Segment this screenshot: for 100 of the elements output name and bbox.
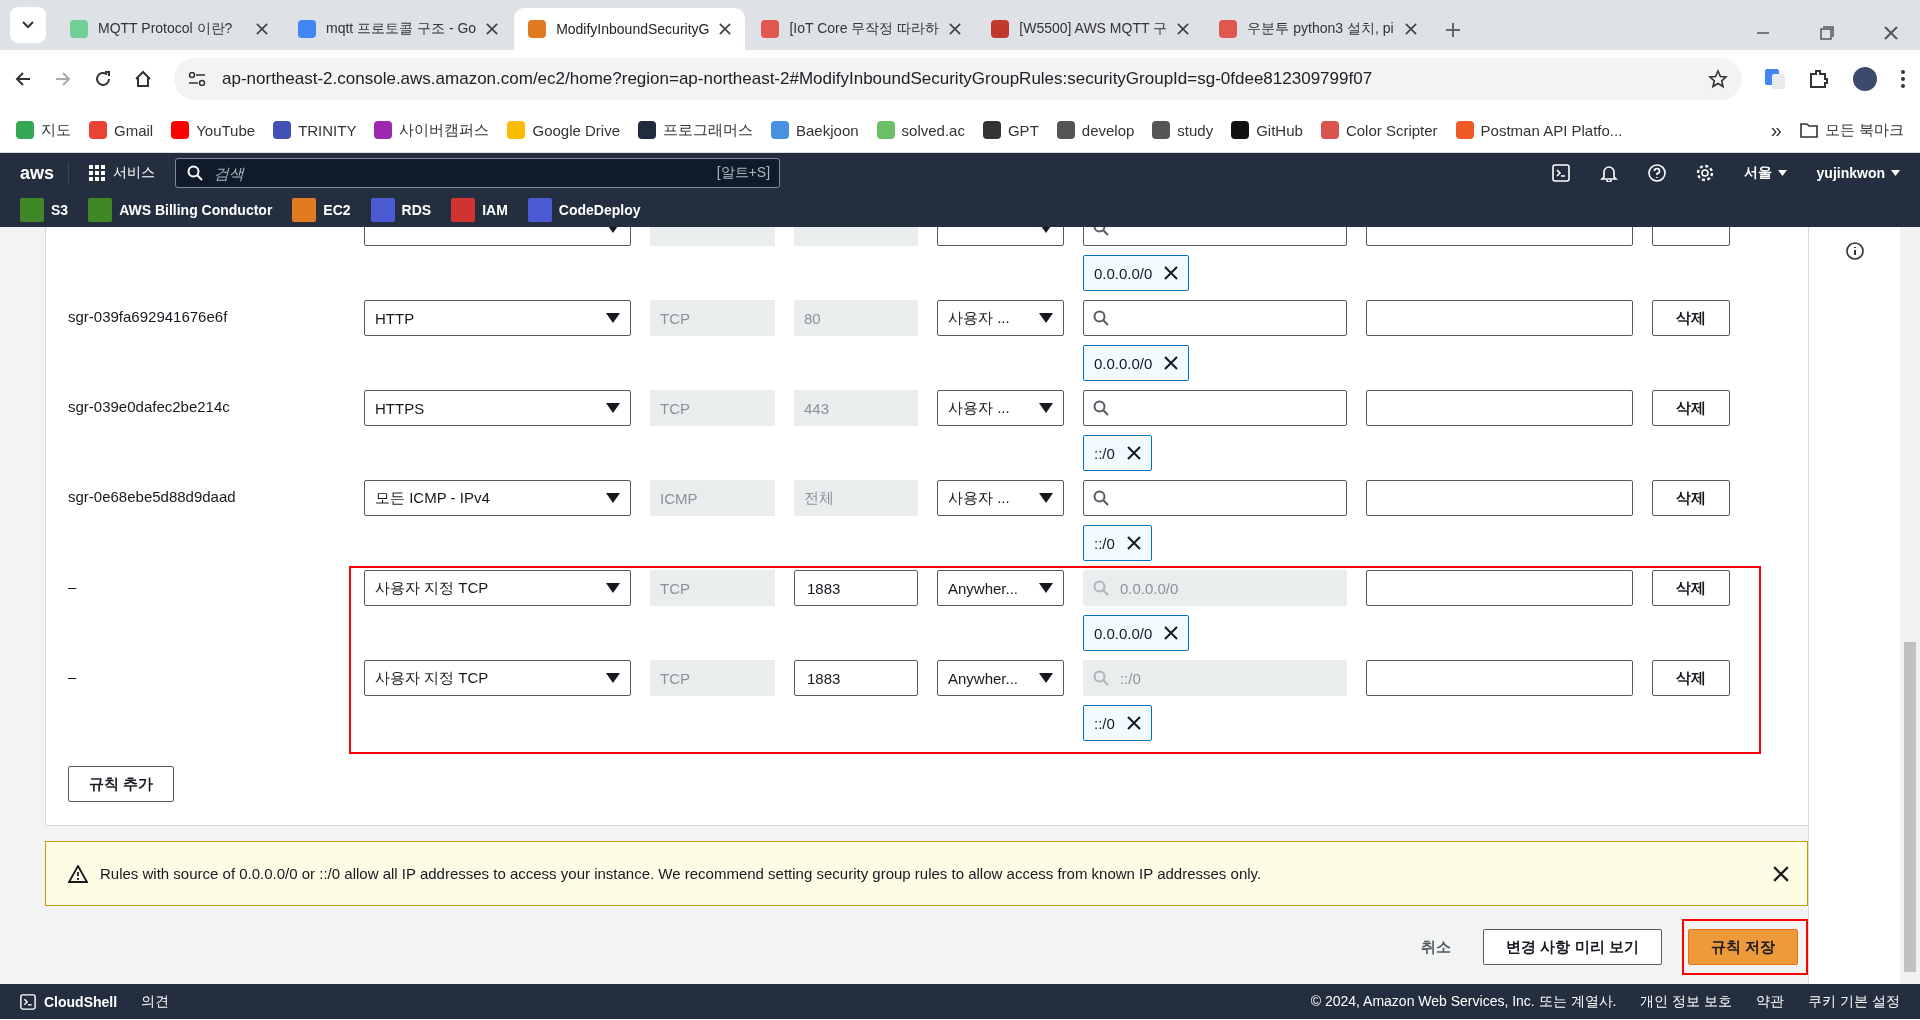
source-select[interactable]: 사용자 ...	[937, 480, 1064, 516]
description-field[interactable]	[1366, 570, 1633, 606]
restore-icon[interactable]	[1820, 26, 1834, 40]
port-field[interactable]: 1883	[794, 570, 918, 606]
description-field[interactable]	[1366, 300, 1633, 336]
protocol-field: ICMP	[650, 480, 775, 516]
search-icon	[187, 165, 204, 181]
protocol-field: TCP	[650, 570, 775, 606]
puzzle-icon[interactable]	[1808, 68, 1830, 90]
rule-id: sgr-039e0dafec2be214c	[68, 397, 231, 417]
bookmark[interactable]: Baekjoon	[771, 121, 859, 139]
bookmark[interactable]: 프로그래머스	[638, 120, 753, 140]
bookmark[interactable]: Google Drive	[507, 121, 620, 139]
close-icon	[1177, 23, 1190, 35]
star-icon[interactable]	[1708, 69, 1728, 89]
service-shortcut[interactable]: CodeDeploy	[527, 198, 641, 222]
bookmark[interactable]: Postman API Platfo...	[1455, 121, 1623, 139]
search-icon	[1093, 310, 1109, 326]
bookmark[interactable]: develop	[1056, 121, 1135, 139]
dismiss-button[interactable]	[1773, 865, 1789, 882]
type-select[interactable]: 사용자 지정 TCP	[364, 570, 631, 606]
source-select[interactable]: 사용자 ...	[937, 300, 1064, 336]
cidr-search-field[interactable]	[1083, 300, 1347, 336]
bookmark[interactable]: solved.ac	[876, 121, 965, 139]
type-select[interactable]: HTTPS	[364, 390, 631, 426]
browser-tab[interactable]: [IoT Core 무작정 따라하	[747, 8, 976, 50]
add-rule-button[interactable]: 규칙 추가	[68, 766, 175, 802]
feedback-link[interactable]: 의견	[141, 992, 170, 1011]
delete-button[interactable]: 삭제	[1652, 570, 1730, 606]
bookmark[interactable]: Gmail	[89, 121, 154, 139]
cidr-token: ::/0	[1083, 705, 1152, 741]
source-select[interactable]: Anywher...	[937, 570, 1064, 606]
remove-icon	[1164, 356, 1179, 370]
home-icon[interactable]	[134, 70, 152, 88]
cidr-search-field[interactable]	[1083, 390, 1347, 426]
cloudshell-button[interactable]: CloudShell	[20, 993, 118, 1010]
back-icon[interactable]	[14, 70, 32, 88]
delete-button[interactable]: 삭제	[1652, 660, 1730, 696]
caret-icon	[1039, 583, 1053, 593]
bookmark[interactable]: GPT	[982, 121, 1039, 139]
cancel-button[interactable]: 취소	[1409, 937, 1464, 957]
description-field[interactable]	[1366, 480, 1633, 516]
delete-button[interactable]: 삭제	[1652, 300, 1730, 336]
type-select[interactable]: 사용자 지정 TCP	[364, 660, 631, 696]
info-icon[interactable]	[1845, 242, 1864, 260]
browser-tab[interactable]: MQTT Protocol 이란?	[56, 8, 282, 50]
bookmark[interactable]: YouTube	[171, 121, 256, 139]
help-icon[interactable]	[1647, 164, 1666, 182]
bookmark-folder[interactable]: 모든 북마크	[1799, 120, 1904, 140]
bookmark[interactable]: 지도	[16, 120, 71, 140]
tab-list-button[interactable]	[10, 7, 46, 43]
preview-changes-button[interactable]: 변경 사항 미리 보기	[1483, 929, 1662, 965]
bookmark[interactable]: Color Scripter	[1320, 121, 1438, 139]
source-select[interactable]: 사용자 ...	[937, 390, 1064, 426]
bookmark[interactable]: TRINITY	[273, 121, 357, 139]
cidr-search-field[interactable]	[1083, 480, 1347, 516]
service-shortcut[interactable]: EC2	[292, 198, 351, 222]
bookmark[interactable]: 사이버캠퍼스	[374, 120, 490, 140]
terminal-icon[interactable]	[1551, 164, 1570, 182]
browser-tab[interactable]: 우분투 python3 설치, pi	[1205, 8, 1432, 50]
delete-button[interactable]: 삭제	[1652, 390, 1730, 426]
region-menu[interactable]: 서울	[1743, 164, 1787, 182]
menu-icon[interactable]	[1900, 69, 1906, 89]
port-field: 전체	[794, 480, 918, 516]
footer-link[interactable]: 약관	[1756, 992, 1785, 1011]
translate-icon[interactable]	[1764, 68, 1786, 90]
bookmark[interactable]: GitHub	[1231, 121, 1303, 139]
close-icon	[1405, 23, 1418, 35]
description-field[interactable]	[1366, 660, 1633, 696]
footer-link[interactable]: 쿠키 기본 설정	[1808, 992, 1900, 1011]
browser-tab[interactable]: mqtt 프로토콜 구조 - Go	[284, 8, 513, 50]
footer-link[interactable]: 개인 정보 보호	[1640, 992, 1733, 1011]
search-icon	[1093, 400, 1109, 416]
copyright-text: © 2024, Amazon Web Services, Inc. 또는 계열사.	[1310, 992, 1617, 1011]
source-select[interactable]: Anywher...	[937, 660, 1064, 696]
description-field[interactable]	[1366, 390, 1633, 426]
caret-icon	[606, 403, 620, 413]
port-field[interactable]: 1883	[794, 660, 918, 696]
aws-logo[interactable]: aws	[20, 162, 70, 184]
delete-button[interactable]: 삭제	[1652, 480, 1730, 516]
browser-tab[interactable]: ModifyInboundSecurityG	[514, 8, 746, 50]
avatar-icon[interactable]	[1852, 66, 1878, 92]
service-shortcut[interactable]: AWS Billing Conductor	[88, 198, 273, 222]
address-bar[interactable]: ap-northeast-2.console.aws.amazon.com/ec2/home?region=ap-northeast-2#ModifyInboundSecurityGroupRules:securityGroupId=sg-0fdee812309799f07	[174, 58, 1742, 100]
browser-tab[interactable]: [W5500] AWS MQTT 구	[977, 8, 1204, 50]
bell-icon[interactable]	[1599, 164, 1618, 182]
more-bookmarks-button[interactable]: »	[1770, 118, 1782, 142]
user-menu[interactable]: yujinkwon	[1816, 165, 1900, 181]
service-shortcut[interactable]: RDS	[370, 198, 432, 222]
service-shortcut[interactable]: S3	[20, 198, 69, 222]
save-rules-button[interactable]: 규칙 저장	[1687, 929, 1798, 965]
service-shortcut[interactable]: IAM	[451, 198, 508, 222]
type-select[interactable]: HTTP	[364, 300, 631, 336]
new-tab-icon[interactable]	[1445, 22, 1462, 38]
services-menu[interactable]: 서비스	[89, 164, 156, 182]
bookmark[interactable]: study	[1152, 121, 1214, 139]
reload-icon[interactable]	[94, 70, 112, 88]
settings-icon[interactable]	[1695, 164, 1714, 182]
caret-icon	[1039, 403, 1053, 413]
type-select[interactable]: 모든 ICMP - IPv4	[364, 480, 631, 516]
